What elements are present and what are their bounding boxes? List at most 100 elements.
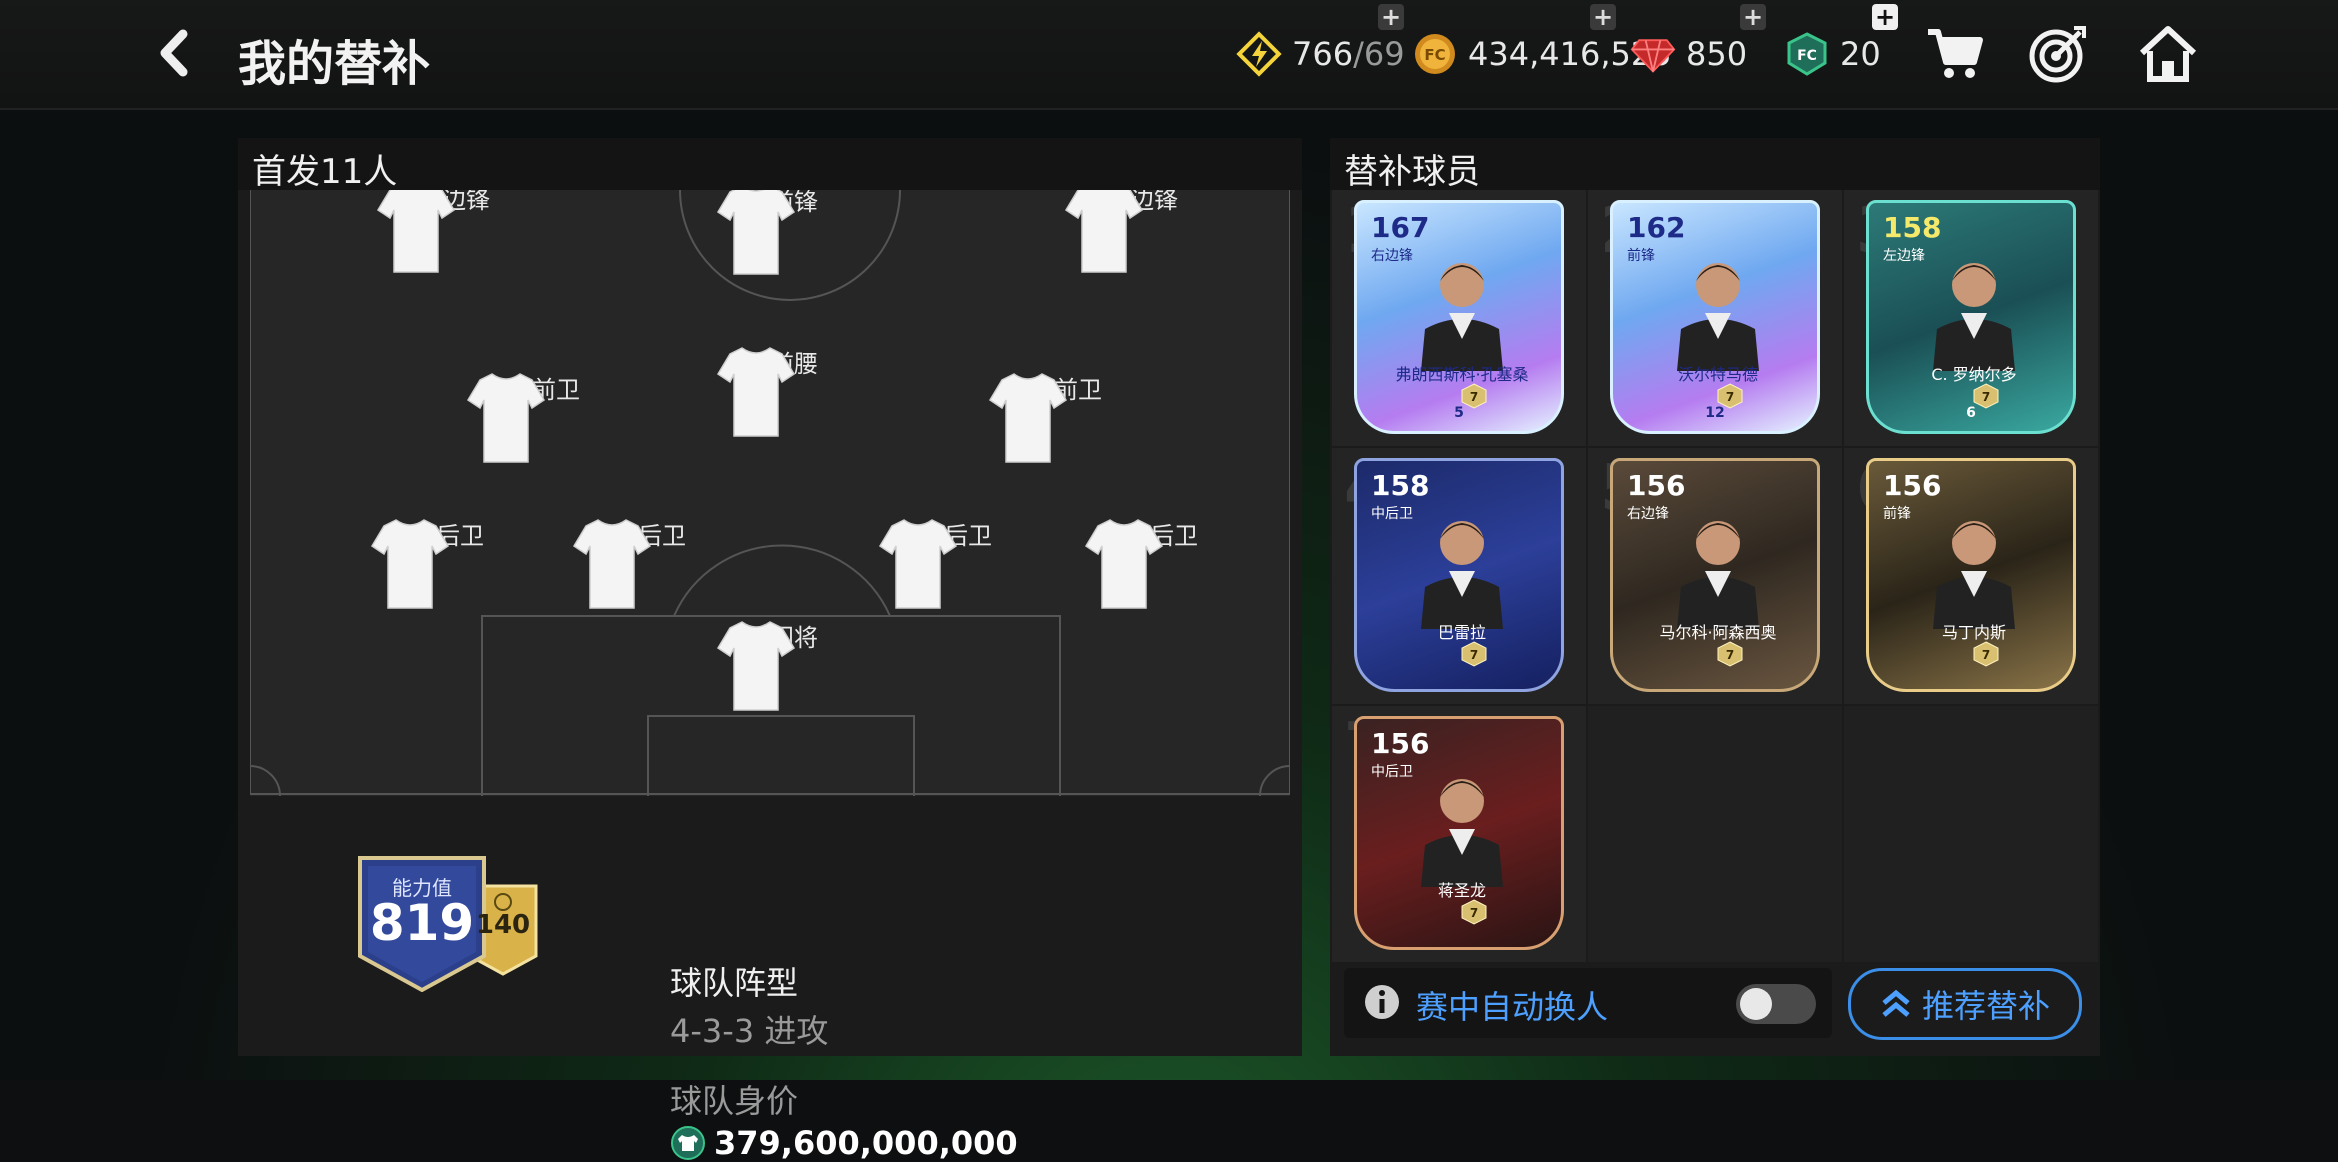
player-portrait-icon <box>1421 521 1503 629</box>
subs-footer: 赛中自动换人 推荐替补 <box>1344 968 2086 1044</box>
grade-badge-icon: 7 <box>1461 899 1487 925</box>
grade-badge-icon: 7 <box>1461 641 1487 667</box>
gem-value: 850 <box>1686 35 1748 73</box>
player-position: 前锋 <box>1883 506 1911 522</box>
fc-point-value: 20 <box>1840 35 1881 73</box>
position-rcm[interactable]: 中前卫 <box>986 370 1146 463</box>
top-bar: 我的替补 766/69 + FC 434,416,525 + 850 + FC … <box>0 0 2338 110</box>
recommend-subs-button[interactable]: 推荐替补 <box>1848 968 2082 1040</box>
sub-slot[interactable]: 2162前锋沃尔特马德712 <box>1588 190 1842 446</box>
chevron-left-icon <box>160 29 188 77</box>
shirt-icon <box>1064 190 1144 273</box>
player-portrait-icon <box>1421 263 1503 371</box>
sub-slot[interactable]: 7156 中后卫蒋圣龙 7 <box>1332 706 1586 962</box>
page-title: 我的替补 <box>238 36 431 92</box>
sub-slot[interactable]: 5156右边锋马尔科·阿森西奥7 <box>1588 448 1842 704</box>
player-position: 右边锋 <box>1371 248 1413 264</box>
back-button[interactable] <box>150 28 200 84</box>
home-icon <box>2139 26 2197 82</box>
toggle-knob <box>1740 988 1772 1020</box>
player-grade: 12 <box>1705 405 1725 421</box>
team-value: 379,600,000,000 <box>670 1124 1018 1162</box>
player-grade: 5 <box>1454 405 1464 421</box>
grade-badge-icon: 7 <box>1973 641 1999 667</box>
position-rcb[interactable]: 中后卫 <box>876 516 1036 609</box>
position-st[interactable]: 前锋 <box>714 190 874 275</box>
position-cam[interactable]: 前腰 <box>714 344 874 437</box>
player-card[interactable]: 156 中后卫 蒋圣龙 7 <box>1354 716 1564 950</box>
player-portrait-icon <box>1677 263 1759 371</box>
sub-slot[interactable]: 4158中后卫巴雷拉7 <box>1332 448 1586 704</box>
player-name: 蒋圣龙 <box>1437 881 1486 900</box>
shirt-icon <box>572 519 652 609</box>
recommend-subs-label: 推荐替补 <box>1921 987 2050 1025</box>
svg-text:7: 7 <box>1470 648 1478 662</box>
formation-value: 4-3-3 进攻 <box>670 1012 829 1050</box>
player-card[interactable]: 167 右边锋 弗朗西斯科·孔塞桑 7 5 <box>1354 200 1564 434</box>
auto-sub-row: 赛中自动换人 <box>1344 968 1832 1038</box>
player-card[interactable]: 158 中后卫 巴雷拉 7 <box>1354 458 1564 692</box>
player-name: 弗朗西斯科·孔塞桑 <box>1395 365 1529 384</box>
team-value-label: 球队身价 <box>670 1082 799 1120</box>
player-card[interactable]: 156 右边锋 马尔科·阿森西奥 7 <box>1610 458 1820 692</box>
sub-slot-empty[interactable] <box>1588 706 1842 962</box>
player-rating: 156 <box>1883 469 1942 502</box>
gem-currency[interactable]: 850 <box>1630 30 1747 78</box>
stamina-max: /69 <box>1353 35 1405 73</box>
position-gk[interactable]: 门将 <box>714 618 874 711</box>
sub-slot-empty[interactable] <box>1844 706 2098 962</box>
fc-point-icon: FC <box>1784 31 1830 77</box>
cart-icon <box>1928 29 1983 78</box>
subs-grid: 1167右边锋弗朗西斯科·孔塞桑752162前锋沃尔特马德7123158左边锋C… <box>1332 190 2098 964</box>
sub-slot[interactable]: 6156前锋马丁内斯7 <box>1844 448 2098 704</box>
player-card[interactable]: 156 前锋马丁内斯 7 <box>1866 458 2076 692</box>
svg-text:7: 7 <box>1982 648 1990 662</box>
position-lw[interactable]: 左边锋 <box>374 190 534 273</box>
grade-badge-icon: 7 <box>1717 641 1743 667</box>
team-rating-value: 819 <box>369 894 475 952</box>
position-rw[interactable]: 右边锋 <box>1062 190 1222 273</box>
shirt-icon <box>716 621 796 711</box>
player-portrait-icon <box>1933 263 2015 371</box>
sub-slot[interactable]: 3158左边锋C. 罗纳尔多76 <box>1844 190 2098 446</box>
position-lcb[interactable]: 中后卫 <box>570 516 730 609</box>
subs-title: 替补球员 <box>1344 152 1480 192</box>
player-name: 马丁内斯 <box>1941 623 2006 642</box>
player-position: 左边锋 <box>1883 248 1925 264</box>
svg-text:FC: FC <box>1424 46 1445 64</box>
add-stamina-button[interactable]: + <box>1378 4 1404 30</box>
add-coin-button[interactable]: + <box>1590 4 1616 30</box>
player-rating: 156 <box>1627 469 1686 502</box>
pitch: 左边锋 前锋 右边锋 中前卫 前腰 中前卫 左后卫 中后卫 中后卫 右后卫 门将 <box>250 190 1290 796</box>
add-fc-point-button[interactable]: + <box>1872 4 1898 30</box>
home-button[interactable] <box>2136 22 2200 86</box>
missions-button[interactable] <box>2026 22 2090 86</box>
starting-lineup-title: 首发11人 <box>252 152 398 192</box>
shirt-icon <box>1084 519 1164 609</box>
svg-text:7: 7 <box>1726 390 1734 404</box>
svg-text:7: 7 <box>1982 390 1990 404</box>
svg-text:FC: FC <box>1797 48 1817 64</box>
shirt-icon <box>878 519 958 609</box>
add-gem-button[interactable]: + <box>1740 4 1766 30</box>
shirt-icon <box>716 347 796 437</box>
player-card[interactable]: 162 前锋 沃尔特马德 7 12 <box>1610 200 1820 434</box>
double-chevron-up-icon <box>1882 989 1910 1017</box>
position-rb[interactable]: 右后卫 <box>1082 516 1242 609</box>
svg-text:7: 7 <box>1470 906 1478 920</box>
auto-sub-toggle[interactable] <box>1736 984 1816 1024</box>
svg-text:7: 7 <box>1470 390 1478 404</box>
info-icon[interactable] <box>1362 982 1402 1022</box>
player-rating: 158 <box>1371 469 1430 502</box>
shop-button[interactable] <box>1922 22 1986 86</box>
position-lcm[interactable]: 中前卫 <box>464 370 624 463</box>
starting-lineup-header: 首发11人 <box>238 138 1302 192</box>
fc-point-currency[interactable]: FC 20 <box>1784 30 1881 78</box>
team-rating-badge: 能力值 819 140 <box>358 856 578 996</box>
sub-slot[interactable]: 1167右边锋弗朗西斯科·孔塞桑75 <box>1332 190 1586 446</box>
stamina-currency[interactable]: 766/69 <box>1236 30 1405 78</box>
shirt-icon <box>466 373 546 463</box>
player-name: 巴雷拉 <box>1437 623 1486 642</box>
position-lb[interactable]: 左后卫 <box>368 516 528 609</box>
player-card[interactable]: 158 左边锋 C. 罗纳尔多 7 6 <box>1866 200 2076 434</box>
